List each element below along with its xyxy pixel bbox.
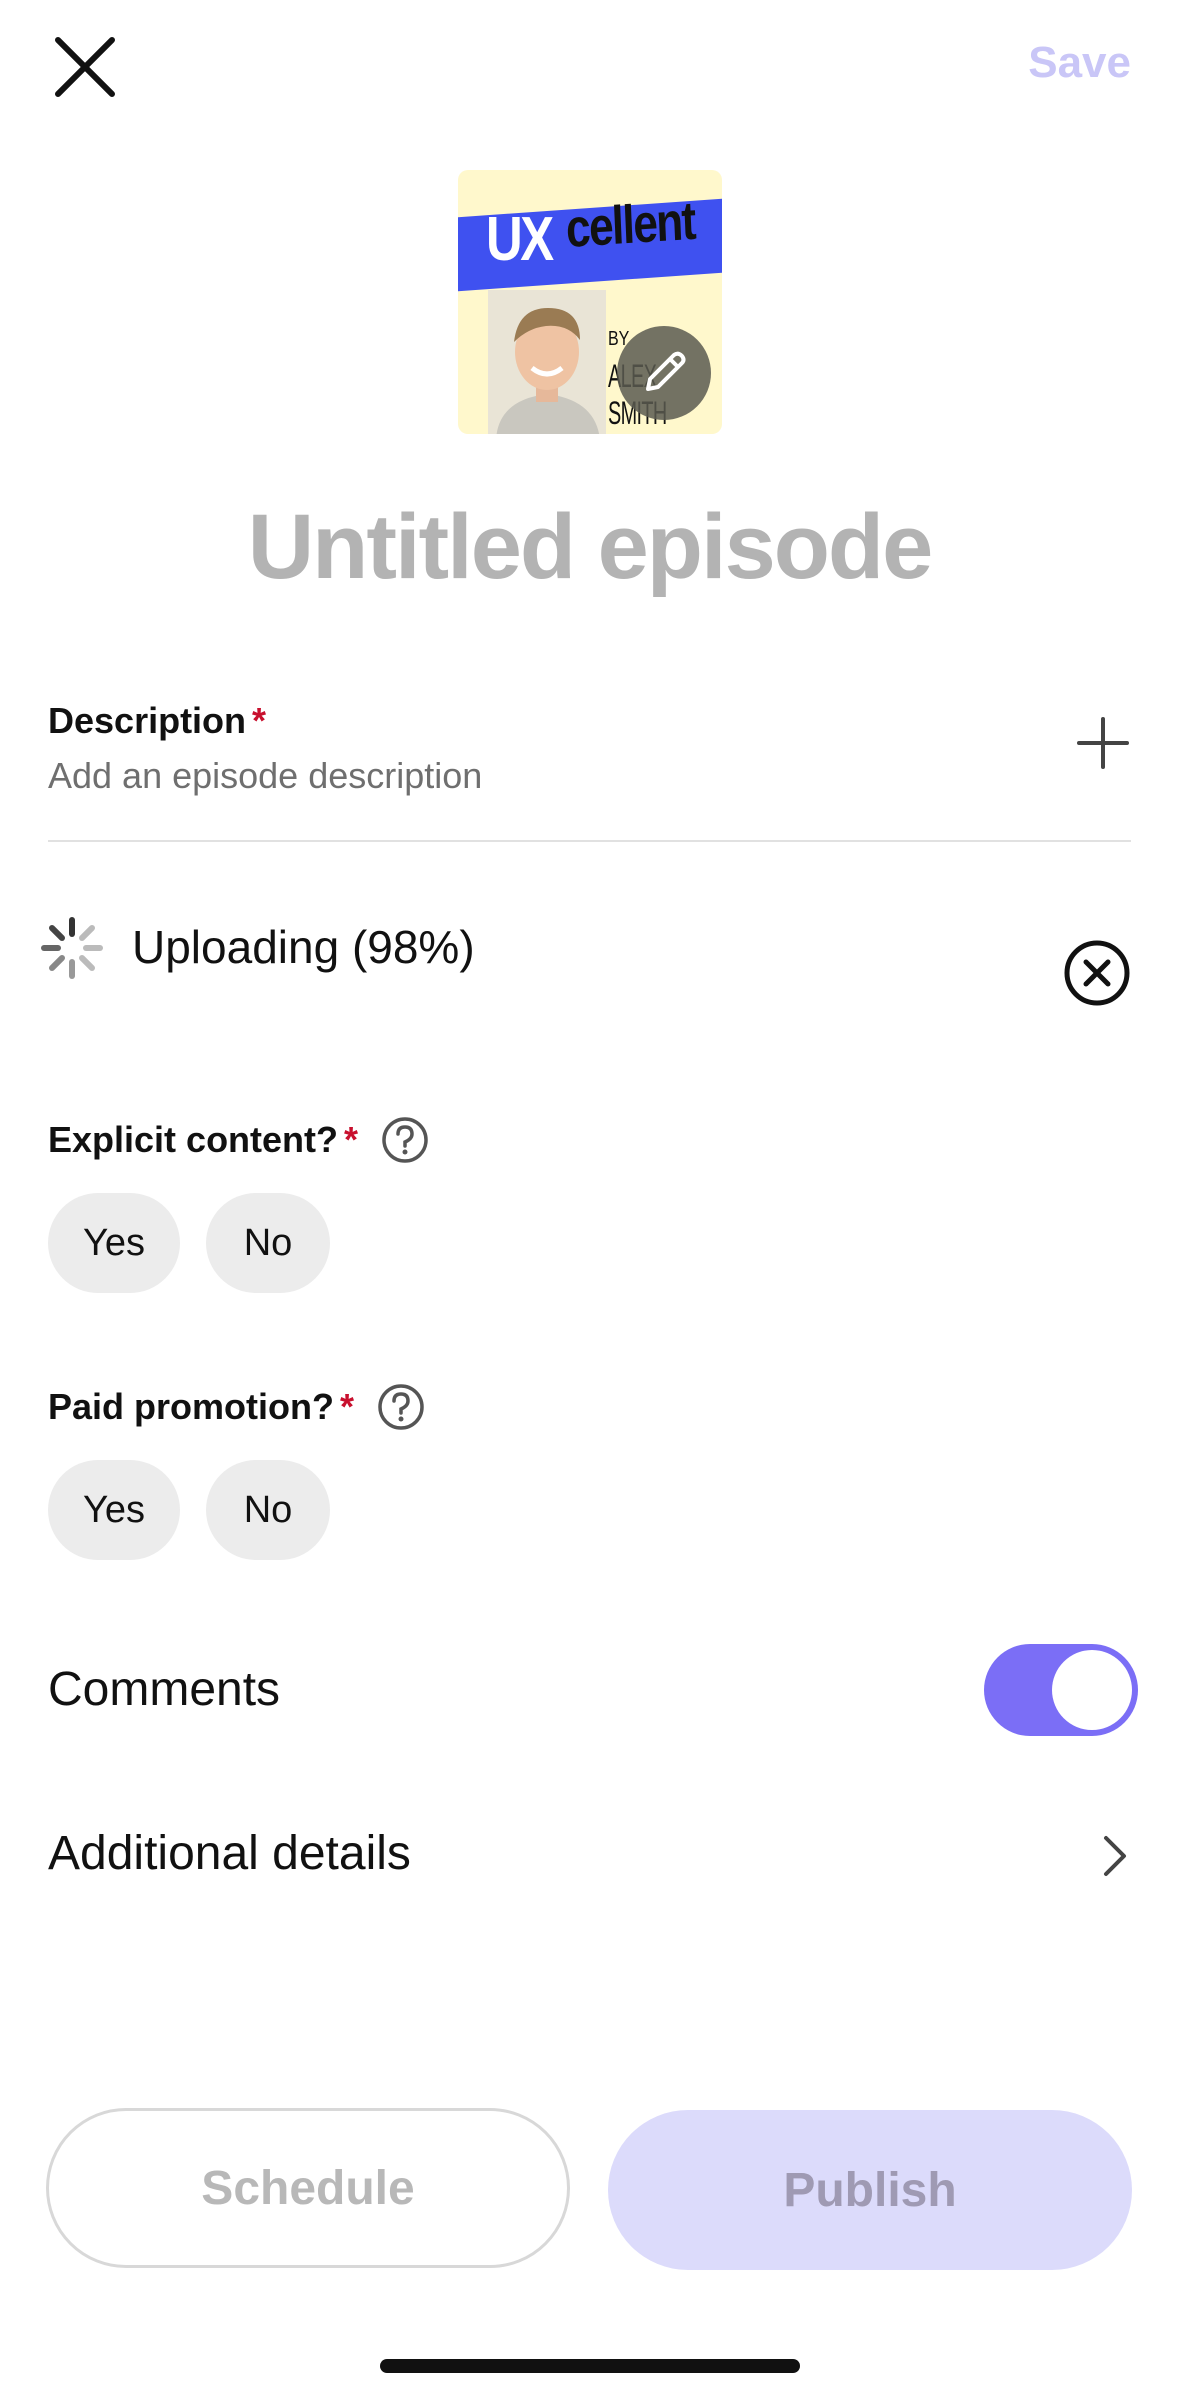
cancel-circle-icon: [1064, 940, 1130, 1006]
description-label: Description: [48, 700, 247, 741]
explicit-no-button[interactable]: No: [206, 1193, 330, 1293]
description-label-row: Description *: [48, 700, 266, 742]
cancel-upload-button[interactable]: [1062, 938, 1132, 1008]
toggle-knob: [1052, 1650, 1132, 1730]
host-photo: [488, 290, 606, 434]
comments-label: Comments: [48, 1663, 281, 1716]
help-icon[interactable]: [376, 1382, 426, 1432]
add-description-button[interactable]: [1075, 715, 1131, 771]
paid-promotion-label: Paid promotion?: [48, 1386, 334, 1427]
explicit-content-label: Explicit content?: [48, 1119, 339, 1160]
required-marker: *: [344, 1119, 359, 1160]
comments-toggle[interactable]: [984, 1644, 1138, 1736]
save-button[interactable]: Save: [1028, 38, 1131, 88]
schedule-button[interactable]: Schedule: [46, 2108, 570, 2268]
pencil-icon: [646, 351, 686, 391]
divider: [48, 840, 1131, 842]
help-icon[interactable]: [380, 1115, 430, 1165]
cover-title-cellent: cellent: [564, 190, 696, 259]
required-marker: *: [252, 700, 267, 741]
episode-title-input[interactable]: Untitled episode: [0, 495, 1179, 600]
close-button[interactable]: [50, 32, 120, 102]
required-marker: *: [339, 1386, 354, 1427]
additional-details-label[interactable]: Additional details: [48, 1826, 411, 1881]
explicit-content-row: Explicit content? *: [48, 1115, 430, 1165]
loading-spinner-icon: [41, 917, 103, 979]
description-input[interactable]: Add an episode description: [48, 755, 482, 797]
close-icon: [55, 37, 115, 97]
paid-promotion-yes-button[interactable]: Yes: [48, 1460, 180, 1560]
paid-promotion-no-button[interactable]: No: [206, 1460, 330, 1560]
publish-button[interactable]: Publish: [608, 2110, 1132, 2270]
upload-status: Uploading (98%): [132, 921, 475, 973]
chevron-right-icon[interactable]: [1098, 1832, 1134, 1880]
plus-icon: [1077, 717, 1129, 769]
home-indicator: [380, 2359, 800, 2373]
cover-title-ux: UX: [486, 205, 554, 274]
edit-cover-button[interactable]: [617, 326, 711, 420]
paid-promotion-row: Paid promotion? *: [48, 1382, 426, 1432]
explicit-yes-button[interactable]: Yes: [48, 1193, 180, 1293]
